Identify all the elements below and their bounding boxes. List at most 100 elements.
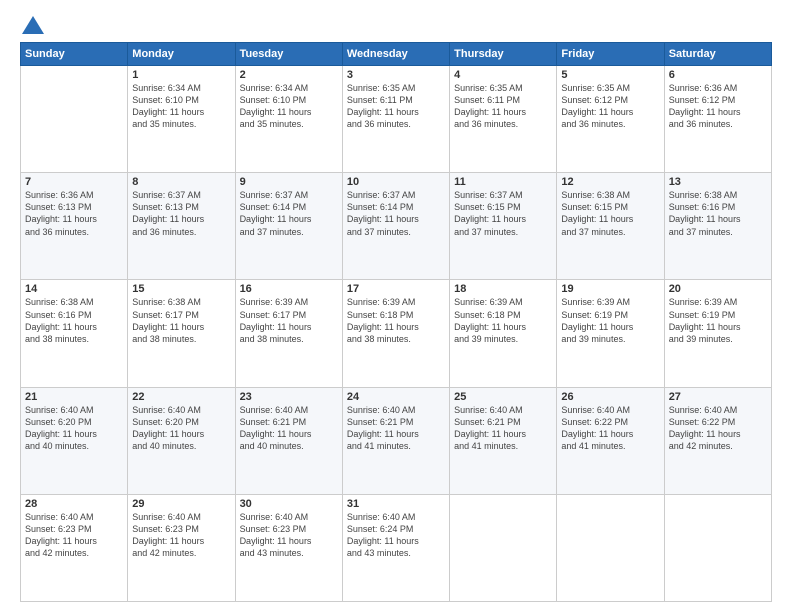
day-info: Sunrise: 6:35 AM Sunset: 6:12 PM Dayligh… — [561, 82, 659, 131]
day-info: Sunrise: 6:37 AM Sunset: 6:15 PM Dayligh… — [454, 189, 552, 238]
calendar-day-cell: 5Sunrise: 6:35 AM Sunset: 6:12 PM Daylig… — [557, 66, 664, 173]
day-header-friday: Friday — [557, 43, 664, 66]
empty-cell — [557, 494, 664, 601]
day-number: 1 — [132, 69, 230, 81]
calendar-day-cell: 1Sunrise: 6:34 AM Sunset: 6:10 PM Daylig… — [128, 66, 235, 173]
calendar-day-cell: 19Sunrise: 6:39 AM Sunset: 6:19 PM Dayli… — [557, 280, 664, 387]
day-number: 18 — [454, 283, 552, 295]
day-number: 14 — [25, 283, 123, 295]
day-info: Sunrise: 6:40 AM Sunset: 6:23 PM Dayligh… — [132, 511, 230, 560]
day-info: Sunrise: 6:36 AM Sunset: 6:13 PM Dayligh… — [25, 189, 123, 238]
calendar-day-cell: 29Sunrise: 6:40 AM Sunset: 6:23 PM Dayli… — [128, 494, 235, 601]
day-number: 20 — [669, 283, 767, 295]
day-info: Sunrise: 6:40 AM Sunset: 6:24 PM Dayligh… — [347, 511, 445, 560]
calendar-day-cell: 9Sunrise: 6:37 AM Sunset: 6:14 PM Daylig… — [235, 173, 342, 280]
logo — [20, 16, 44, 34]
day-info: Sunrise: 6:35 AM Sunset: 6:11 PM Dayligh… — [347, 82, 445, 131]
day-number: 27 — [669, 391, 767, 403]
calendar-day-cell: 7Sunrise: 6:36 AM Sunset: 6:13 PM Daylig… — [21, 173, 128, 280]
calendar-day-cell: 26Sunrise: 6:40 AM Sunset: 6:22 PM Dayli… — [557, 387, 664, 494]
day-info: Sunrise: 6:38 AM Sunset: 6:16 PM Dayligh… — [669, 189, 767, 238]
calendar-day-cell: 30Sunrise: 6:40 AM Sunset: 6:23 PM Dayli… — [235, 494, 342, 601]
day-info: Sunrise: 6:39 AM Sunset: 6:17 PM Dayligh… — [240, 296, 338, 345]
day-number: 21 — [25, 391, 123, 403]
empty-cell — [450, 494, 557, 601]
calendar-day-cell: 14Sunrise: 6:38 AM Sunset: 6:16 PM Dayli… — [21, 280, 128, 387]
day-number: 17 — [347, 283, 445, 295]
calendar-day-cell: 12Sunrise: 6:38 AM Sunset: 6:15 PM Dayli… — [557, 173, 664, 280]
calendar-day-cell: 21Sunrise: 6:40 AM Sunset: 6:20 PM Dayli… — [21, 387, 128, 494]
calendar-header-row: SundayMondayTuesdayWednesdayThursdayFrid… — [21, 43, 772, 66]
day-number: 19 — [561, 283, 659, 295]
day-number: 31 — [347, 498, 445, 510]
calendar-week-row: 7Sunrise: 6:36 AM Sunset: 6:13 PM Daylig… — [21, 173, 772, 280]
calendar-day-cell: 16Sunrise: 6:39 AM Sunset: 6:17 PM Dayli… — [235, 280, 342, 387]
day-info: Sunrise: 6:36 AM Sunset: 6:12 PM Dayligh… — [669, 82, 767, 131]
day-info: Sunrise: 6:37 AM Sunset: 6:14 PM Dayligh… — [240, 189, 338, 238]
logo-icon — [22, 16, 44, 34]
day-number: 25 — [454, 391, 552, 403]
calendar-week-row: 28Sunrise: 6:40 AM Sunset: 6:23 PM Dayli… — [21, 494, 772, 601]
calendar-day-cell: 11Sunrise: 6:37 AM Sunset: 6:15 PM Dayli… — [450, 173, 557, 280]
day-number: 30 — [240, 498, 338, 510]
day-number: 9 — [240, 176, 338, 188]
day-info: Sunrise: 6:39 AM Sunset: 6:18 PM Dayligh… — [454, 296, 552, 345]
day-number: 15 — [132, 283, 230, 295]
day-number: 3 — [347, 69, 445, 81]
day-number: 29 — [132, 498, 230, 510]
day-info: Sunrise: 6:39 AM Sunset: 6:18 PM Dayligh… — [347, 296, 445, 345]
calendar-day-cell: 3Sunrise: 6:35 AM Sunset: 6:11 PM Daylig… — [342, 66, 449, 173]
day-number: 12 — [561, 176, 659, 188]
day-info: Sunrise: 6:40 AM Sunset: 6:23 PM Dayligh… — [240, 511, 338, 560]
calendar-day-cell: 24Sunrise: 6:40 AM Sunset: 6:21 PM Dayli… — [342, 387, 449, 494]
day-number: 13 — [669, 176, 767, 188]
calendar-day-cell: 28Sunrise: 6:40 AM Sunset: 6:23 PM Dayli… — [21, 494, 128, 601]
day-number: 6 — [669, 69, 767, 81]
day-info: Sunrise: 6:38 AM Sunset: 6:15 PM Dayligh… — [561, 189, 659, 238]
day-number: 22 — [132, 391, 230, 403]
day-number: 4 — [454, 69, 552, 81]
day-number: 10 — [347, 176, 445, 188]
day-number: 11 — [454, 176, 552, 188]
day-info: Sunrise: 6:39 AM Sunset: 6:19 PM Dayligh… — [561, 296, 659, 345]
calendar-day-cell: 4Sunrise: 6:35 AM Sunset: 6:11 PM Daylig… — [450, 66, 557, 173]
day-info: Sunrise: 6:39 AM Sunset: 6:19 PM Dayligh… — [669, 296, 767, 345]
day-number: 26 — [561, 391, 659, 403]
day-info: Sunrise: 6:35 AM Sunset: 6:11 PM Dayligh… — [454, 82, 552, 131]
day-info: Sunrise: 6:38 AM Sunset: 6:17 PM Dayligh… — [132, 296, 230, 345]
day-header-thursday: Thursday — [450, 43, 557, 66]
calendar-day-cell: 20Sunrise: 6:39 AM Sunset: 6:19 PM Dayli… — [664, 280, 771, 387]
empty-cell — [21, 66, 128, 173]
day-number: 24 — [347, 391, 445, 403]
day-info: Sunrise: 6:40 AM Sunset: 6:20 PM Dayligh… — [25, 404, 123, 453]
day-number: 28 — [25, 498, 123, 510]
day-info: Sunrise: 6:40 AM Sunset: 6:23 PM Dayligh… — [25, 511, 123, 560]
day-info: Sunrise: 6:34 AM Sunset: 6:10 PM Dayligh… — [240, 82, 338, 131]
day-info: Sunrise: 6:34 AM Sunset: 6:10 PM Dayligh… — [132, 82, 230, 131]
calendar-day-cell: 18Sunrise: 6:39 AM Sunset: 6:18 PM Dayli… — [450, 280, 557, 387]
calendar-week-row: 21Sunrise: 6:40 AM Sunset: 6:20 PM Dayli… — [21, 387, 772, 494]
empty-cell — [664, 494, 771, 601]
calendar-day-cell: 23Sunrise: 6:40 AM Sunset: 6:21 PM Dayli… — [235, 387, 342, 494]
calendar-day-cell: 8Sunrise: 6:37 AM Sunset: 6:13 PM Daylig… — [128, 173, 235, 280]
day-info: Sunrise: 6:40 AM Sunset: 6:20 PM Dayligh… — [132, 404, 230, 453]
calendar-day-cell: 31Sunrise: 6:40 AM Sunset: 6:24 PM Dayli… — [342, 494, 449, 601]
calendar-day-cell: 10Sunrise: 6:37 AM Sunset: 6:14 PM Dayli… — [342, 173, 449, 280]
day-number: 5 — [561, 69, 659, 81]
calendar-week-row: 1Sunrise: 6:34 AM Sunset: 6:10 PM Daylig… — [21, 66, 772, 173]
calendar-day-cell: 15Sunrise: 6:38 AM Sunset: 6:17 PM Dayli… — [128, 280, 235, 387]
day-info: Sunrise: 6:40 AM Sunset: 6:21 PM Dayligh… — [347, 404, 445, 453]
day-info: Sunrise: 6:38 AM Sunset: 6:16 PM Dayligh… — [25, 296, 123, 345]
day-info: Sunrise: 6:40 AM Sunset: 6:22 PM Dayligh… — [561, 404, 659, 453]
day-info: Sunrise: 6:37 AM Sunset: 6:14 PM Dayligh… — [347, 189, 445, 238]
day-info: Sunrise: 6:37 AM Sunset: 6:13 PM Dayligh… — [132, 189, 230, 238]
day-number: 23 — [240, 391, 338, 403]
day-info: Sunrise: 6:40 AM Sunset: 6:21 PM Dayligh… — [240, 404, 338, 453]
day-header-saturday: Saturday — [664, 43, 771, 66]
day-number: 16 — [240, 283, 338, 295]
day-header-tuesday: Tuesday — [235, 43, 342, 66]
page: SundayMondayTuesdayWednesdayThursdayFrid… — [0, 0, 792, 612]
day-header-wednesday: Wednesday — [342, 43, 449, 66]
calendar-table: SundayMondayTuesdayWednesdayThursdayFrid… — [20, 42, 772, 602]
day-header-monday: Monday — [128, 43, 235, 66]
